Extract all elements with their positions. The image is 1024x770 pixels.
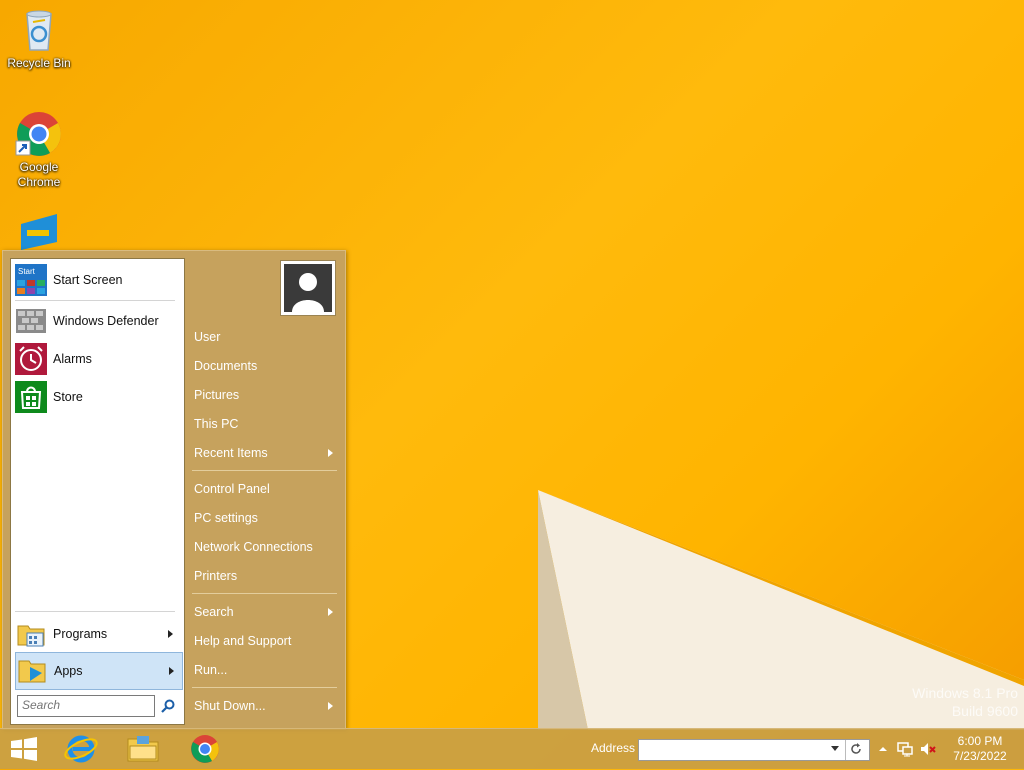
start-link-label: Documents: [194, 359, 258, 373]
apps-icon: [16, 655, 48, 687]
divider: [192, 593, 337, 594]
start-menu: Start Start Screen Windows Defender Alar…: [2, 250, 346, 730]
user-silhouette-icon: [292, 273, 324, 312]
desktop-icon-google-chrome[interactable]: Google Chrome: [2, 110, 76, 190]
start-item-label: Windows Defender: [53, 314, 159, 328]
start-link-recent-items[interactable]: Recent Items: [194, 440, 339, 466]
desktop-icon-recycle-bin[interactable]: Recycle Bin: [2, 6, 76, 71]
start-link-shut-down[interactable]: Shut Down...: [194, 693, 339, 719]
start-search-input[interactable]: [18, 696, 152, 714]
file-explorer-icon[interactable]: [125, 733, 161, 765]
start-item-label: Start Screen: [53, 273, 123, 287]
clock-date: 7/23/2022: [953, 749, 1007, 763]
recycle-bin-icon: [15, 6, 63, 54]
start-item-programs[interactable]: Programs: [15, 617, 181, 651]
start-item-apps[interactable]: Apps: [15, 652, 183, 690]
start-link-user[interactable]: User: [194, 324, 339, 350]
start-search-box[interactable]: [17, 695, 155, 717]
address-toolbar-label: Address: [591, 741, 636, 755]
submenu-arrow-icon: [328, 702, 333, 710]
address-toolbar[interactable]: [638, 739, 870, 761]
start-link-pictures[interactable]: Pictures: [194, 382, 339, 408]
start-menu-left-pane: Start Start Screen Windows Defender Alar…: [10, 258, 185, 725]
start-screen-icon-text: Start: [18, 267, 36, 276]
start-link-this-pc[interactable]: This PC: [194, 411, 339, 437]
start-link-label: Search: [194, 605, 234, 619]
start-screen-icon: Start: [15, 264, 47, 296]
start-link-label: Printers: [194, 569, 238, 583]
start-button[interactable]: [6, 733, 42, 765]
start-link-label: Network Connections: [194, 540, 313, 554]
start-link-label: Help and Support: [194, 634, 292, 648]
watermark-line1: Windows 8.1 Pro: [912, 685, 1018, 701]
refresh-icon[interactable]: [849, 742, 863, 761]
network-icon[interactable]: [897, 741, 913, 757]
desktop-icon-label: Recycle Bin: [7, 56, 71, 70]
start-item-label: Apps: [54, 664, 83, 678]
divider: [192, 470, 337, 471]
submenu-arrow-icon: [328, 608, 333, 616]
chrome-icon: [191, 735, 219, 763]
desktop-icon-label: Google Chrome: [17, 160, 61, 189]
address-input[interactable]: [639, 740, 837, 758]
divider: [15, 300, 175, 301]
os-watermark: Windows 8.1 Pro Build 9600: [912, 684, 1018, 720]
show-hidden-icons[interactable]: [875, 741, 891, 757]
chevron-down-icon[interactable]: [831, 746, 839, 751]
store-bag-icon: [15, 381, 47, 413]
start-item-label: Store: [53, 390, 83, 404]
submenu-arrow-icon: [328, 449, 333, 457]
windows-defender-icon: [15, 305, 47, 337]
start-link-label: Shut Down...: [194, 699, 266, 713]
taskbar-clock[interactable]: 6:00 PM 7/23/2022: [950, 734, 1010, 764]
submenu-arrow-icon: [168, 630, 173, 638]
start-link-label: Run...: [194, 663, 228, 677]
chrome-icon: [15, 110, 63, 158]
chrome-taskbar-icon[interactable]: [187, 733, 223, 765]
start-link-network-connections[interactable]: Network Connections: [194, 534, 339, 560]
start-link-search[interactable]: Search: [194, 599, 339, 625]
start-link-label: This PC: [194, 417, 239, 431]
start-item-label: Programs: [53, 627, 108, 641]
start-link-help-and-support[interactable]: Help and Support: [194, 628, 339, 654]
start-link-label: PC settings: [194, 511, 258, 525]
alarm-clock-icon: [15, 343, 47, 375]
programs-folder-icon: [15, 618, 47, 650]
windows-logo-icon: [11, 737, 37, 761]
start-link-run[interactable]: Run...: [194, 657, 339, 683]
start-link-control-panel[interactable]: Control Panel: [194, 476, 339, 502]
divider: [15, 611, 175, 612]
start-item-start-screen[interactable]: Start Start Screen: [15, 263, 181, 297]
search-icon[interactable]: [161, 699, 175, 713]
start-item-windows-defender[interactable]: Windows Defender: [15, 304, 181, 338]
start-link-label: Pictures: [194, 388, 240, 402]
submenu-arrow-icon: [169, 667, 174, 675]
start-item-store[interactable]: Store: [15, 380, 181, 414]
start-link-pc-settings[interactable]: PC settings: [194, 505, 339, 531]
start-item-label: Alarms: [53, 352, 92, 366]
start-link-documents[interactable]: Documents: [194, 353, 339, 379]
user-avatar[interactable]: [280, 260, 336, 316]
start-item-alarms[interactable]: Alarms: [15, 342, 181, 376]
volume-muted-icon[interactable]: [920, 741, 936, 757]
start-link-printers[interactable]: Printers: [194, 563, 339, 589]
divider: [192, 687, 337, 688]
clock-time: 6:00 PM: [957, 734, 1003, 748]
internet-explorer-icon[interactable]: [63, 733, 99, 765]
watermark-line2: Build 9600: [951, 703, 1018, 719]
start-link-label: Control Panel: [194, 482, 270, 496]
taskbar: Address 6:00 PM 7/23/2022: [0, 728, 1024, 769]
divider: [845, 740, 846, 760]
start-link-label: Recent Items: [194, 446, 268, 460]
start-link-label: User: [194, 330, 221, 344]
